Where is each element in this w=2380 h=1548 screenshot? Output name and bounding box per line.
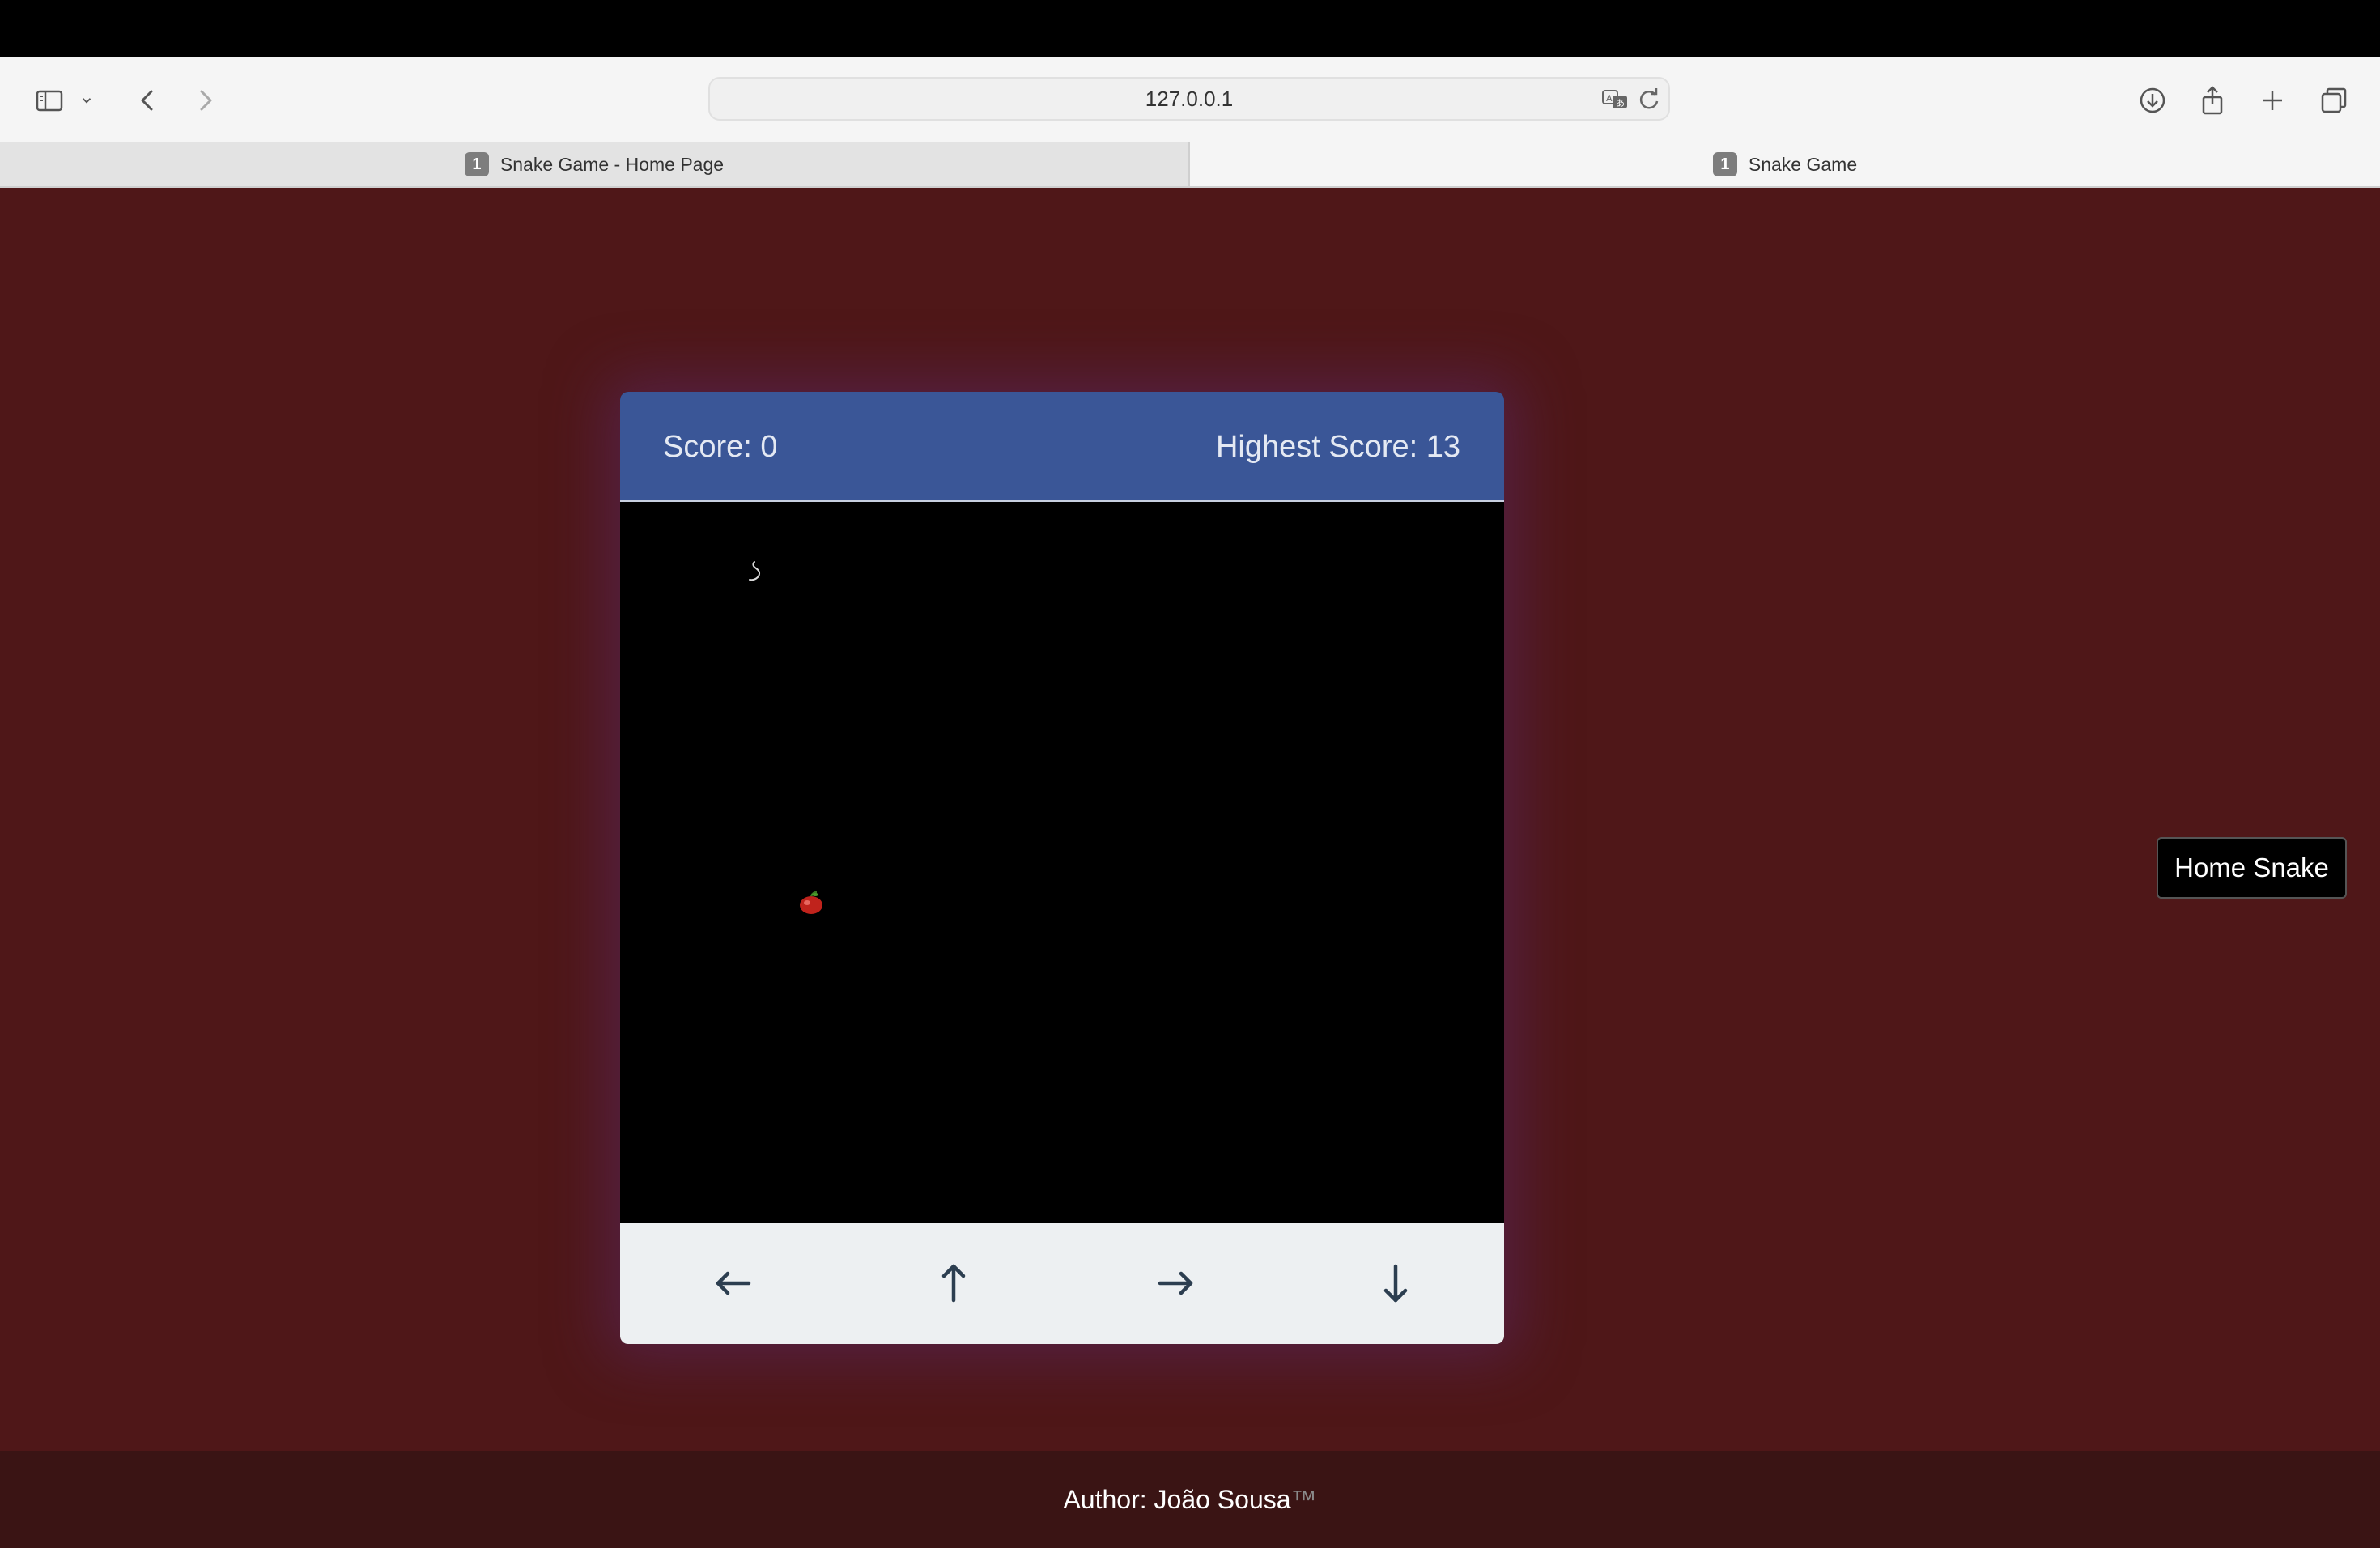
reload-icon[interactable] <box>1634 85 1664 114</box>
arrow-right-icon <box>1158 1271 1193 1295</box>
share-icon[interactable] <box>2192 80 2233 121</box>
score-header: Score: 0 Highest Score: 13 <box>620 392 1504 502</box>
forward-icon[interactable] <box>185 80 225 121</box>
translate-icon[interactable]: Aあ <box>1600 85 1630 114</box>
url-text: 127.0.0.1 <box>1145 87 1234 111</box>
home-snake-button[interactable]: Home Snake <box>2157 837 2347 899</box>
svg-text:A: A <box>1606 93 1613 104</box>
tab-bar: 1 Snake Game - Home Page 1 Snake Game <box>0 142 2380 188</box>
footer: Author: João Sousa™ <box>0 1451 2380 1548</box>
tab-snake-game-home[interactable]: 1 Snake Game - Home Page <box>0 142 1190 188</box>
game-container: Score: 0 Highest Score: 13 <box>620 392 1504 1344</box>
arrow-up-icon <box>941 1264 966 1303</box>
screen-top-bar <box>0 0 2380 57</box>
tab-overview-icon[interactable] <box>2314 80 2354 121</box>
download-icon[interactable] <box>2132 80 2173 121</box>
snake-icon <box>749 561 761 581</box>
score-display: Score: 0 <box>663 430 778 464</box>
tab-badge: 1 <box>464 152 489 176</box>
arrow-down-icon <box>1383 1264 1408 1303</box>
browser-toolbar: 127.0.0.1 Aあ <box>0 57 2380 142</box>
game-board[interactable] <box>620 502 1504 1223</box>
tab-snake-game[interactable]: 1 Snake Game <box>1190 142 2380 188</box>
down-arrow-button[interactable] <box>1363 1251 1428 1316</box>
new-tab-icon[interactable] <box>2252 80 2293 121</box>
tab-badge: 1 <box>1712 152 1737 176</box>
author-text: Author: João Sousa <box>1063 1485 1291 1514</box>
tab-label: Snake Game - Home Page <box>499 153 725 175</box>
control-bar <box>620 1223 1504 1344</box>
back-icon[interactable] <box>128 80 168 121</box>
tab-label: Snake Game <box>1748 153 1858 175</box>
chevron-down-icon[interactable] <box>74 80 99 121</box>
apple-icon <box>800 891 822 914</box>
sidebar-icon[interactable] <box>29 80 70 121</box>
address-bar[interactable]: 127.0.0.1 Aあ <box>708 77 1670 121</box>
right-arrow-button[interactable] <box>1143 1251 1208 1316</box>
trademark-symbol: ™ <box>1290 1485 1317 1514</box>
arrow-left-icon <box>716 1271 751 1295</box>
highest-score-display: Highest Score: 13 <box>1215 430 1460 464</box>
left-arrow-button[interactable] <box>701 1251 766 1316</box>
up-arrow-button[interactable] <box>921 1251 986 1316</box>
svg-text:あ: あ <box>1616 98 1625 108</box>
